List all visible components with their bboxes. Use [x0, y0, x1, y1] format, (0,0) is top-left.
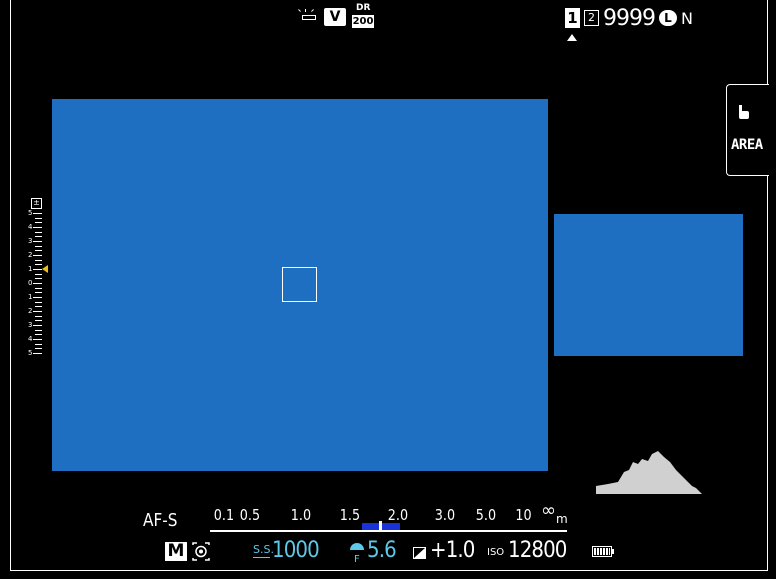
card-slot-2-icon: 2	[584, 10, 599, 26]
exposure-scale-tick	[33, 227, 42, 228]
exposure-scale-number: 2	[28, 251, 33, 259]
exposure-scale-tick	[35, 334, 42, 336]
exposure-scale-tick	[35, 329, 42, 331]
focus-distance-bar	[210, 530, 567, 532]
exposure-scale-number: 1	[28, 265, 33, 273]
exposure-scale-tick	[33, 353, 42, 354]
top-status-icons: V DR 200	[296, 3, 374, 29]
exposure-comp-icon: ±	[31, 198, 42, 209]
exposure-scale-number: 5	[28, 209, 33, 217]
distance-label: 10	[515, 506, 532, 524]
exposure-scale-tick	[35, 287, 42, 289]
exposure-scale-tick	[35, 273, 42, 275]
iso-prefix: ISO	[487, 547, 505, 558]
exposure-scale-tick	[35, 231, 42, 233]
exposure-scale-number: 4	[28, 223, 33, 231]
exposure-scale-tick	[35, 343, 42, 345]
storage-status: 1 2 9999 L N	[565, 5, 693, 41]
exposure-scale-tick	[35, 259, 42, 261]
area-button[interactable]: AREA	[726, 84, 769, 176]
aperture-value: 5.6	[367, 538, 397, 563]
exposure-info-bar: M S.S. 1000 F 5.6 +1.0 ISO 12800	[0, 538, 776, 568]
touch-hand-icon	[739, 105, 749, 119]
exposure-scale-number: 5	[28, 349, 33, 357]
focus-frame[interactable]	[282, 267, 317, 302]
exposure-comp-icon	[413, 547, 426, 559]
exposure-scale-tick	[33, 213, 42, 214]
iso-value: 12800	[508, 538, 567, 563]
shutter-speed-value: 1000	[272, 538, 320, 563]
distance-label: 0.5	[239, 506, 261, 524]
image-quality: N	[681, 8, 693, 28]
shots-remaining: 9999	[603, 5, 656, 31]
distance-label: 3.0	[434, 506, 456, 524]
shutter-speed-prefix: S.S.	[253, 543, 274, 558]
exposure-scale-tick	[35, 306, 42, 308]
exposure-scale-number: 1	[28, 293, 33, 301]
exposure-scale-tick	[33, 255, 42, 256]
exposure-comp-value: +1.0	[430, 538, 475, 563]
exposure-scale-tick	[33, 297, 42, 298]
exposure-scale-tick	[35, 264, 42, 266]
exposure-scale-tick	[35, 348, 42, 350]
exposure-scale-tick	[35, 292, 42, 294]
exposure-scale-number: 2	[28, 307, 33, 315]
fluorescent-wb-icon	[296, 8, 318, 26]
exposure-scale-tick	[35, 250, 42, 252]
exposure-scale-tick	[35, 222, 42, 224]
exposure-scale-tick	[35, 278, 42, 280]
exposure-scale-tick	[35, 217, 42, 219]
exposure-scale-tick	[35, 236, 42, 238]
aperture-icon: F	[350, 543, 364, 564]
distance-infinity: ∞	[541, 500, 556, 521]
exposure-scale-number: 3	[28, 321, 33, 329]
image-size-badge: L	[659, 10, 677, 26]
distance-label: 5.0	[475, 506, 497, 524]
focus-position-marker	[379, 521, 382, 531]
area-button-label: AREA	[731, 137, 763, 153]
exposure-scale-tick	[33, 269, 42, 270]
distance-label: 2.0	[387, 506, 409, 524]
exposure-scale-number: 3	[28, 237, 33, 245]
dynamic-range-label: DR	[356, 3, 371, 13]
exposure-scale-tick	[33, 325, 42, 326]
exposure-indicator	[42, 265, 48, 273]
exposure-scale-tick	[35, 301, 42, 303]
distance-label: 1.5	[339, 506, 361, 524]
exposure-scale-tick	[35, 245, 42, 247]
histogram	[596, 451, 702, 494]
exposure-scale-tick	[33, 283, 42, 284]
distance-label: 0.1	[213, 506, 235, 524]
dynamic-range-icon: DR 200	[352, 3, 374, 29]
exposure-scale-tick	[33, 311, 42, 312]
spot-metering-icon	[192, 542, 210, 561]
exposure-scale-number: 0	[28, 279, 33, 287]
film-simulation-icon: V	[324, 8, 346, 26]
dynamic-range-value: 200	[352, 15, 374, 28]
exposure-scale-number: 4	[28, 335, 33, 343]
exposure-scale-tick	[35, 320, 42, 322]
af-mode: AF-S	[143, 510, 178, 531]
sub-view-window	[554, 214, 743, 356]
exposure-scale: ± 5 4 3 2 1 0 1 2 3 4 5	[28, 198, 52, 358]
battery-icon	[592, 546, 614, 557]
svg-text:F: F	[354, 554, 360, 564]
distance-label: 1.0	[290, 506, 312, 524]
exposure-scale-tick	[35, 315, 42, 317]
exposure-scale-tick	[33, 241, 42, 242]
exposure-scale-tick	[33, 339, 42, 340]
distance-unit: m	[556, 512, 568, 526]
card-slot-1-icon: 1	[565, 8, 580, 41]
shooting-mode-badge: M	[165, 542, 187, 561]
